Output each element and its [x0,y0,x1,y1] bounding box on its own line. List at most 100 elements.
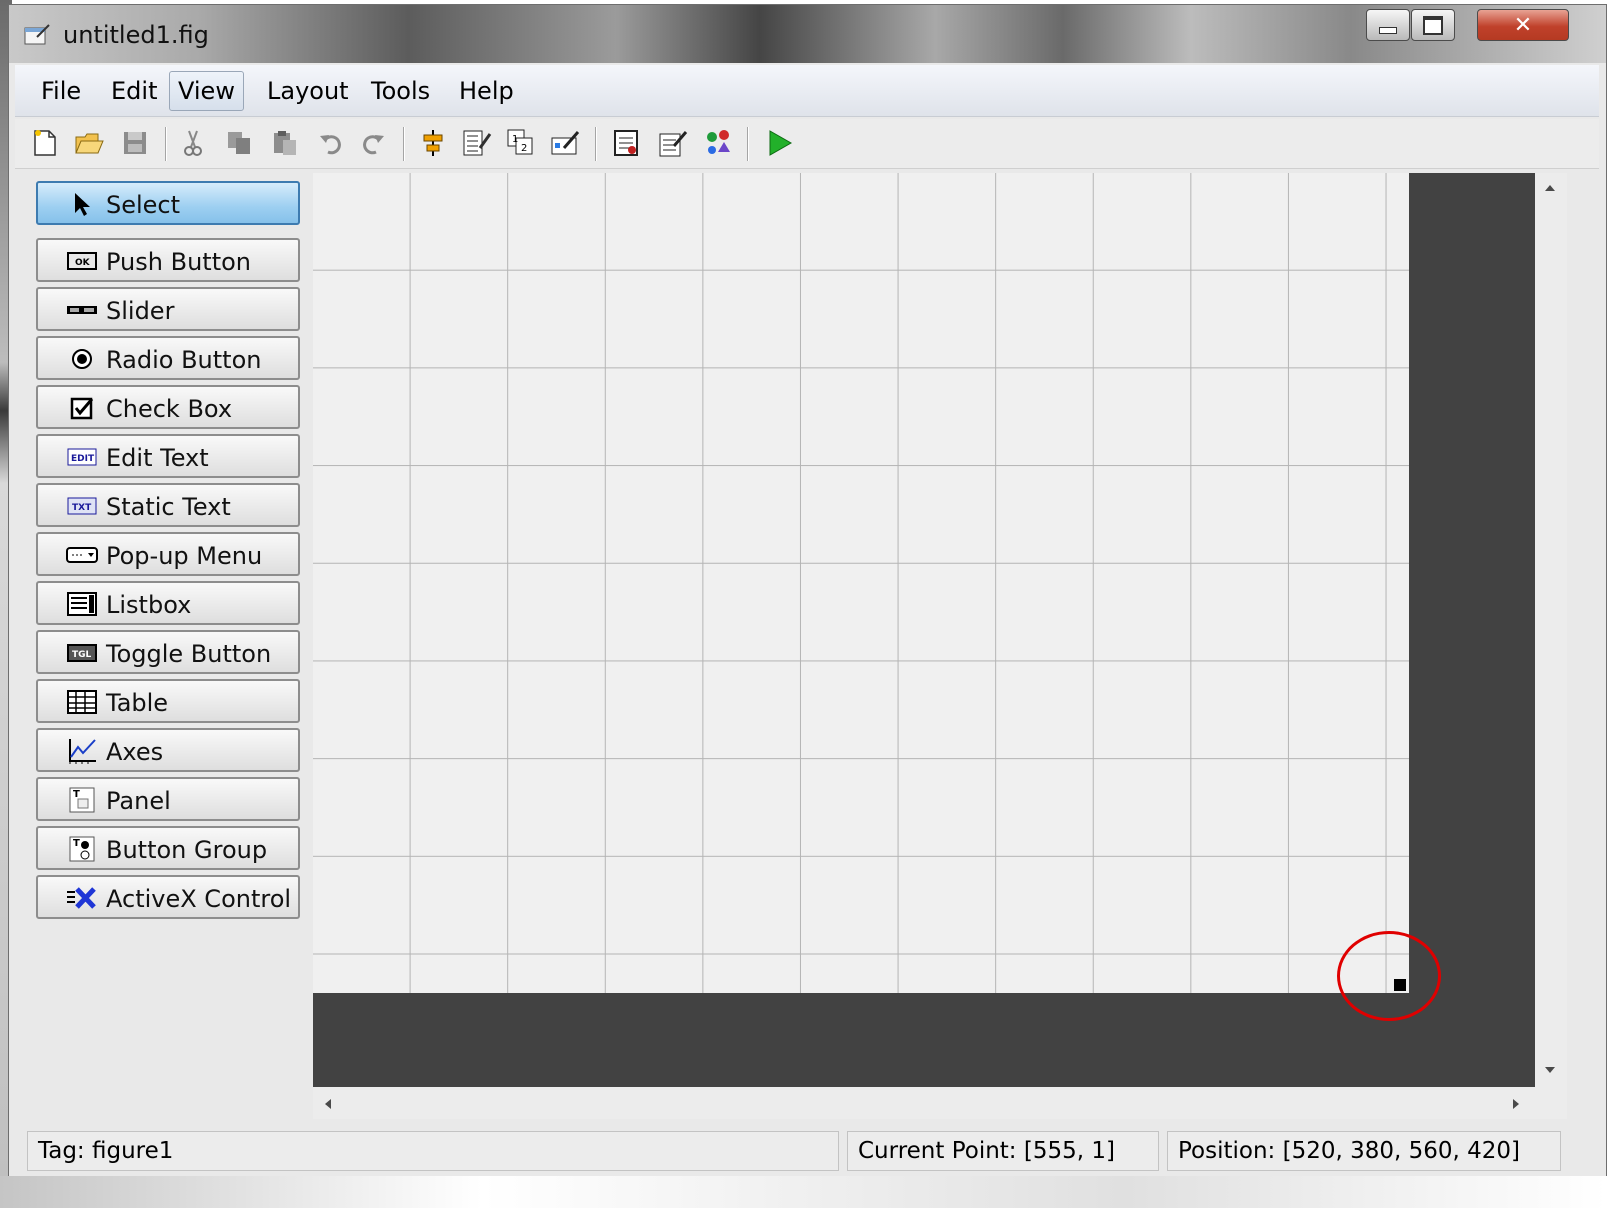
menu-help[interactable]: Help [451,75,522,107]
menu-editor-icon[interactable] [461,127,493,159]
palette-listbox[interactable]: Listbox [36,581,300,625]
palette-label: Static Text [106,493,231,521]
check-box-icon [66,395,98,421]
edit-text-icon: EDIT [66,444,98,470]
cut-icon[interactable] [177,127,209,159]
svg-text:OK: OK [75,258,91,268]
copy-icon[interactable] [223,127,255,159]
desktop-background [0,1176,1607,1208]
guide-window: untitled1.fig ✕ File Edit View Layout To… [8,4,1607,1208]
toolbar-separator [403,127,405,161]
radio-button-icon [66,346,98,372]
toggle-button-icon: TGL [66,640,98,666]
svg-text:TXT: TXT [72,503,92,513]
menu-view[interactable]: View [169,71,244,111]
svg-text:T: T [73,838,80,849]
toolbar: 12 [15,119,1599,169]
menu-edit[interactable]: Edit [103,75,165,107]
table-icon [66,689,98,715]
toolbar-editor-icon[interactable] [549,127,581,159]
static-text-icon: TXT [66,493,98,519]
palette-radio-button[interactable]: Radio Button [36,336,300,380]
palette-label: Select [106,191,181,219]
align-objects-icon[interactable] [417,127,449,159]
redo-icon[interactable] [357,127,389,159]
palette-static-text[interactable]: TXT Static Text [36,483,300,527]
listbox-icon [66,591,98,617]
open-icon[interactable] [73,127,105,159]
menu-tools[interactable]: Tools [363,75,438,107]
maximize-icon [1412,10,1454,40]
save-icon[interactable] [119,127,151,159]
highlight-circle [1337,931,1441,1021]
vertical-scrollbar[interactable] [1535,173,1567,1087]
horizontal-scrollbar[interactable] [313,1087,1567,1119]
tab-order-editor-icon[interactable]: 12 [505,127,537,159]
palette-label: Radio Button [106,346,262,374]
slider-icon [66,297,98,323]
arrow-pointer-icon [66,191,98,217]
palette-label: Pop-up Menu [106,542,263,570]
new-icon[interactable] [29,127,61,159]
status-current-point: Current Point: [555, 1] [847,1131,1159,1171]
scroll-right-icon[interactable] [1513,1099,1519,1109]
palette-label: Table [106,689,169,717]
palette-popup-menu[interactable]: Pop-up Menu [36,532,300,576]
palette-label: Check Box [106,395,233,423]
palette-push-button[interactable]: OK Push Button [36,238,300,282]
svg-text:EDIT: EDIT [71,454,95,464]
palette-label: Listbox [106,591,192,619]
svg-text:1: 1 [512,134,518,145]
menu-file[interactable]: File [33,75,89,107]
svg-text:2: 2 [521,143,527,154]
scroll-down-icon[interactable] [1545,1067,1555,1073]
palette-panel[interactable]: T Panel [36,777,300,821]
property-inspector-icon[interactable] [657,127,689,159]
palette-axes[interactable]: Axes [36,728,300,772]
undo-icon[interactable] [315,127,347,159]
palette-label: Panel [106,787,171,815]
palette-label: Button Group [106,836,268,864]
svg-text:T: T [73,789,80,800]
menu-bar: File Edit View Layout Tools Help [15,65,1599,117]
status-tag: Tag: figure1 [27,1131,839,1171]
minimize-button[interactable] [1366,9,1410,41]
activex-control-icon [66,885,98,911]
svg-text:TGL: TGL [72,650,92,660]
scroll-up-icon[interactable] [1545,185,1555,191]
minimize-icon [1367,10,1409,40]
palette-check-box[interactable]: Check Box [36,385,300,429]
palette-slider[interactable]: Slider [36,287,300,331]
close-icon: ✕ [1513,12,1533,38]
paste-icon[interactable] [269,127,301,159]
palette-toggle-button[interactable]: TGL Toggle Button [36,630,300,674]
panel-icon: T [66,787,98,813]
palette-table[interactable]: Table [36,679,300,723]
maximize-button[interactable] [1411,9,1455,41]
toolbar-separator [165,127,167,161]
window-title: untitled1.fig [63,21,209,49]
palette-label: Edit Text [106,444,209,472]
layout-grid[interactable] [313,173,1409,993]
palette-label: Slider [106,297,175,325]
palette-select[interactable]: Select [36,181,300,225]
toolbar-separator [747,127,749,161]
title-bar[interactable]: untitled1.fig ✕ [9,5,1606,63]
axes-icon [66,738,98,764]
palette-button-group[interactable]: T Button Group [36,826,300,870]
palette-activex-control[interactable]: ActiveX Control [36,875,300,919]
run-figure-icon[interactable] [763,127,795,159]
toolbar-separator [595,127,597,161]
object-browser-icon[interactable] [703,127,735,159]
close-button[interactable]: ✕ [1477,9,1569,41]
m-file-editor-icon[interactable] [611,127,643,159]
scroll-left-icon[interactable] [325,1099,331,1109]
menu-layout[interactable]: Layout [259,75,357,107]
palette-label: Push Button [106,248,251,276]
palette-label: Axes [106,738,164,766]
status-bar: Tag: figure1 Current Point: [555, 1] Pos… [15,1125,1601,1177]
status-position: Position: [520, 380, 560, 420] [1167,1131,1561,1171]
palette-edit-text[interactable]: EDIT Edit Text [36,434,300,478]
figure-file-icon [24,24,50,45]
palette-label: ActiveX Control [106,885,292,913]
